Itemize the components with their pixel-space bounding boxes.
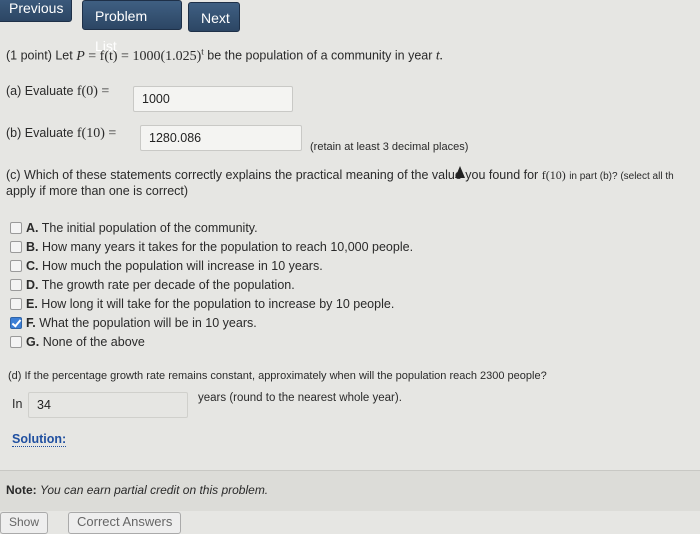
checkbox-b[interactable] xyxy=(10,241,22,253)
choice-b-letter: B. xyxy=(26,240,39,254)
note-label: Note: xyxy=(6,483,37,497)
problem-statement: (1 point) Let P = f(t) = 1000(1.025)t be… xyxy=(6,46,443,65)
solution-link[interactable]: Solution: xyxy=(12,432,67,447)
choice-list: A. The initial population of the communi… xyxy=(10,219,413,352)
part-b-answer-input[interactable]: 1280.086 xyxy=(140,125,302,151)
choice-e[interactable]: E. How long it will take for the populat… xyxy=(10,295,413,314)
choice-f-letter: F. xyxy=(26,316,36,330)
choice-e-letter: E. xyxy=(26,297,38,311)
part-d-suffix: years (round to the nearest whole year). xyxy=(198,392,402,404)
choice-g-text: None of the above xyxy=(42,335,145,349)
part-d-prefix: In xyxy=(12,397,23,411)
note: Note: You can earn partial credit on thi… xyxy=(6,483,268,497)
part-c-question: (c) Which of these statements correctly … xyxy=(6,168,674,183)
checkbox-e[interactable] xyxy=(10,298,22,310)
let-label: Let xyxy=(55,48,73,63)
points-label: (1 point) xyxy=(6,48,52,63)
problem-rest: be the population of a community in year xyxy=(207,48,433,63)
choice-b[interactable]: B. How many years it takes for the popul… xyxy=(10,238,413,257)
formula-exponent: t xyxy=(201,46,204,56)
choice-e-text: How long it will take for the population… xyxy=(41,297,395,311)
choice-a[interactable]: A. The initial population of the communi… xyxy=(10,219,413,238)
correct-answers-button[interactable]: Correct Answers xyxy=(68,512,182,534)
previous-button[interactable]: Previous xyxy=(0,0,72,22)
checkbox-a[interactable] xyxy=(10,222,22,234)
part-d-answer-input[interactable]: 34 xyxy=(28,392,188,418)
part-d-question: (d) If the percentage growth rate remain… xyxy=(8,370,547,382)
part-b-label: (b) Evaluate f(10) = xyxy=(6,126,116,142)
checkbox-f[interactable] xyxy=(10,317,22,329)
checkbox-c[interactable] xyxy=(10,260,22,272)
choice-g[interactable]: G. None of the above xyxy=(10,333,413,352)
mouse-cursor-icon xyxy=(455,166,465,178)
choice-c-text: How much the population will increase in… xyxy=(41,259,323,273)
part-c-question-line2: apply if more than one is correct) xyxy=(6,184,189,198)
choice-c-letter: C. xyxy=(26,259,39,273)
note-text: You can earn partial credit on this prob… xyxy=(40,483,269,497)
choice-d[interactable]: D. The growth rate per decade of the pop… xyxy=(10,276,413,295)
choice-f[interactable]: F. What the population will be in 10 yea… xyxy=(10,314,413,333)
part-b-hint: (retain at least 3 decimal places) xyxy=(310,141,469,153)
problem-list-button[interactable]: Problem List xyxy=(82,0,182,54)
show-button[interactable]: Show xyxy=(0,512,49,534)
part-a-expr: f(0) = xyxy=(76,84,110,99)
var-t: t. xyxy=(435,48,444,64)
var-p: P xyxy=(76,48,85,64)
choice-a-text: The initial population of the community. xyxy=(41,221,258,235)
part-b-text: (b) Evaluate xyxy=(6,126,74,140)
choice-b-text: How many years it takes for the populati… xyxy=(41,240,414,254)
choice-a-letter: A. xyxy=(26,221,39,235)
part-c-expr: f(10) xyxy=(541,168,566,182)
choice-d-letter: D. xyxy=(26,278,39,292)
choice-g-letter: G. xyxy=(26,335,40,349)
part-b-expr: f(10) = xyxy=(76,126,117,141)
part-a-answer-input[interactable]: 1000 xyxy=(133,86,293,112)
choice-f-text: What the population will be in 10 years. xyxy=(39,316,257,330)
part-a-text: (a) Evaluate xyxy=(6,84,74,98)
next-button[interactable]: Next xyxy=(188,2,240,32)
choice-d-text: The growth rate per decade of the popula… xyxy=(41,278,295,292)
part-a-label: (a) Evaluate f(0) = xyxy=(6,84,109,100)
formula: = f(t) = 1000(1.025) xyxy=(88,48,202,64)
choice-c[interactable]: C. How much the population will increase… xyxy=(10,257,413,276)
part-c-text-2: in part (b)? (select all th xyxy=(569,171,674,182)
checkbox-g[interactable] xyxy=(10,336,22,348)
nav-bar: Previous Problem List Next xyxy=(0,0,700,54)
checkbox-d[interactable] xyxy=(10,279,22,291)
